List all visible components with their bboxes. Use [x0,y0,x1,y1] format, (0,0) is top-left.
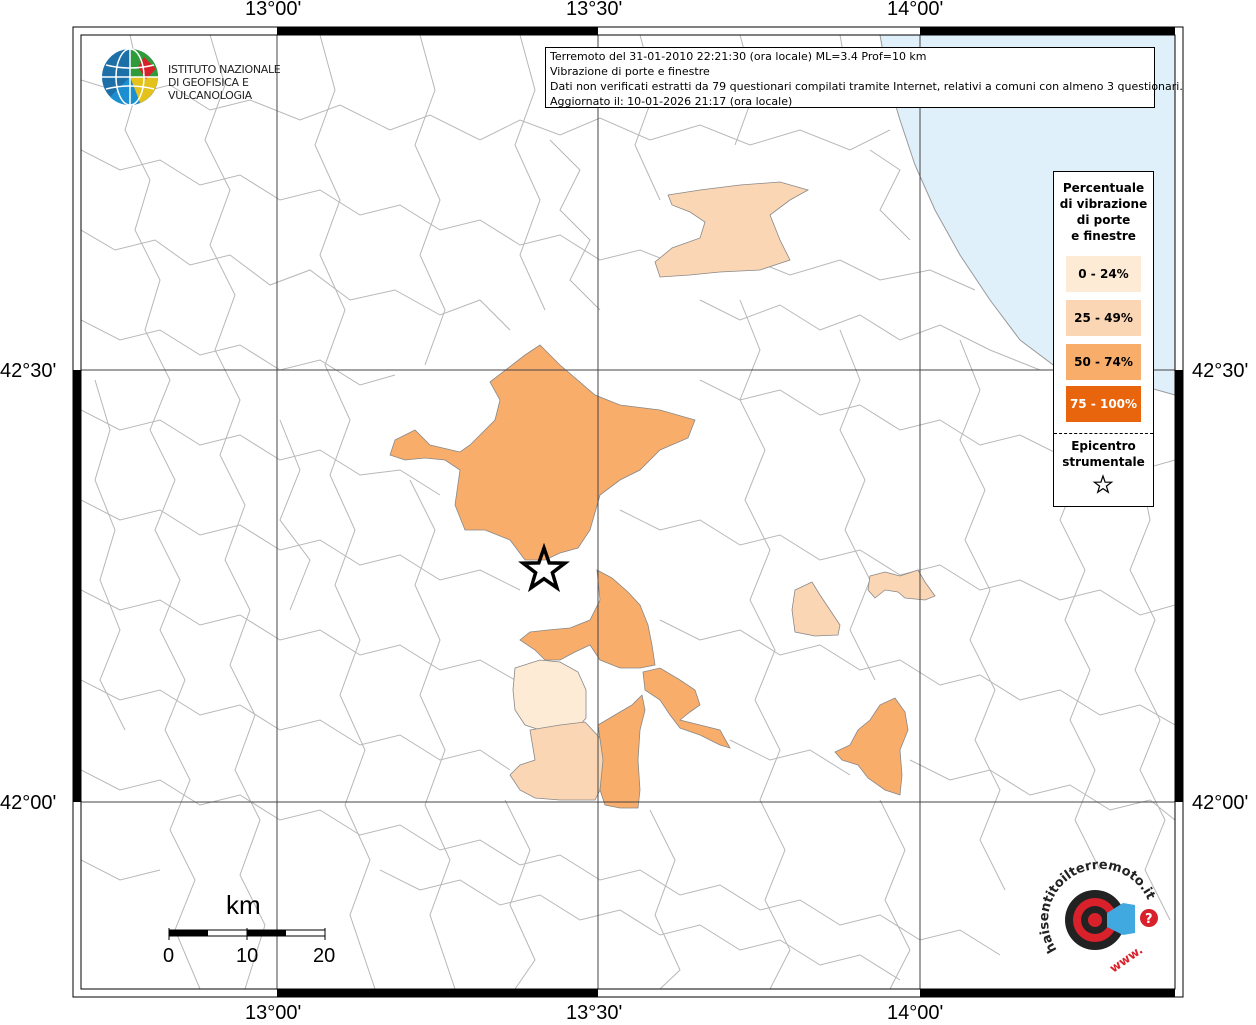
lon-label-bottom-1330: 13°30' [566,1002,623,1024]
lon-label-top-1330: 13°30' [566,0,623,20]
lat-label-right-4230: 42°30' [1192,360,1249,382]
event-info-line4: Aggiornato il: 10-01-2026 21:17 (ora loc… [550,95,793,108]
legend-class-25-49: 25 - 49% [1066,300,1141,336]
scale-tick-0: 0 [163,945,175,967]
lat-label-left-4230: 42°30' [0,360,57,382]
legend-class-75-100: 75 - 100% [1066,386,1141,422]
legend-class-0-24: 0 - 24% [1066,256,1141,292]
globe-icon [102,48,158,106]
area-0-24-south [512,659,587,731]
logo-line2: DI GEOFISICA E VULCANOLOGIA [168,76,252,102]
lon-label-top-1400: 14°00' [887,0,944,20]
scale-bar-graphic [168,928,326,940]
lat-label-right-4200: 42°00' [1192,792,1249,814]
event-info-line2: Vibrazione di porte e finestre [550,65,710,78]
legend-epicenter-line1: Epicentro [1071,439,1136,453]
legend-epicenter-line2: strumentale [1062,455,1145,469]
scale-bar: km 0 10 20 [160,890,350,970]
star-icon [1092,474,1114,494]
scale-tick-10: 10 [236,945,259,967]
ingv-logo-text: ISTITUTO NAZIONALE DI GEOFISICA E VULCAN… [168,63,320,102]
legend-separator [1054,433,1153,434]
hsn-question-icon: ? [1145,912,1153,927]
scale-tick-20: 20 [313,945,336,967]
scale-unit-label: km [226,890,261,920]
lat-label-left-4200: 42°00' [0,792,57,814]
haisentitoilterremoto-logo: haisentitoilterremoto.it ? www. [1037,858,1158,975]
legend-title-line4: e finestre [1071,229,1136,243]
legend-class-50-74: 50 - 74% [1066,344,1141,380]
hsn-www-label: www. [1107,943,1145,975]
event-info-line3: Dati non verificati estratti da 79 quest… [550,80,1183,93]
ingv-logo: ISTITUTO NAZIONALE DI GEOFISICA E VULCAN… [100,47,320,109]
legend-title-line3: di porte [1076,213,1131,227]
legend-title-line2: di vibrazione [1059,197,1148,211]
event-info-line1: Terremoto del 31-01-2010 22:21:30 (ora l… [550,50,927,63]
legend: Percentuale di vibrazione di porte e fin… [1053,171,1154,507]
lon-label-bottom-1300: 13°00' [245,1002,302,1024]
lon-label-bottom-1400: 14°00' [887,1002,944,1024]
event-info-box: Terremoto del 31-01-2010 22:21:30 (ora l… [545,47,1183,108]
lon-label-top-1300: 13°00' [245,0,302,20]
logo-line1: ISTITUTO NAZIONALE [168,63,281,76]
legend-title: Percentuale di vibrazione di porte e fin… [1054,180,1153,244]
legend-title-line1: Percentuale [1062,181,1145,195]
legend-epicenter-title: Epicentro strumentale [1054,438,1153,470]
